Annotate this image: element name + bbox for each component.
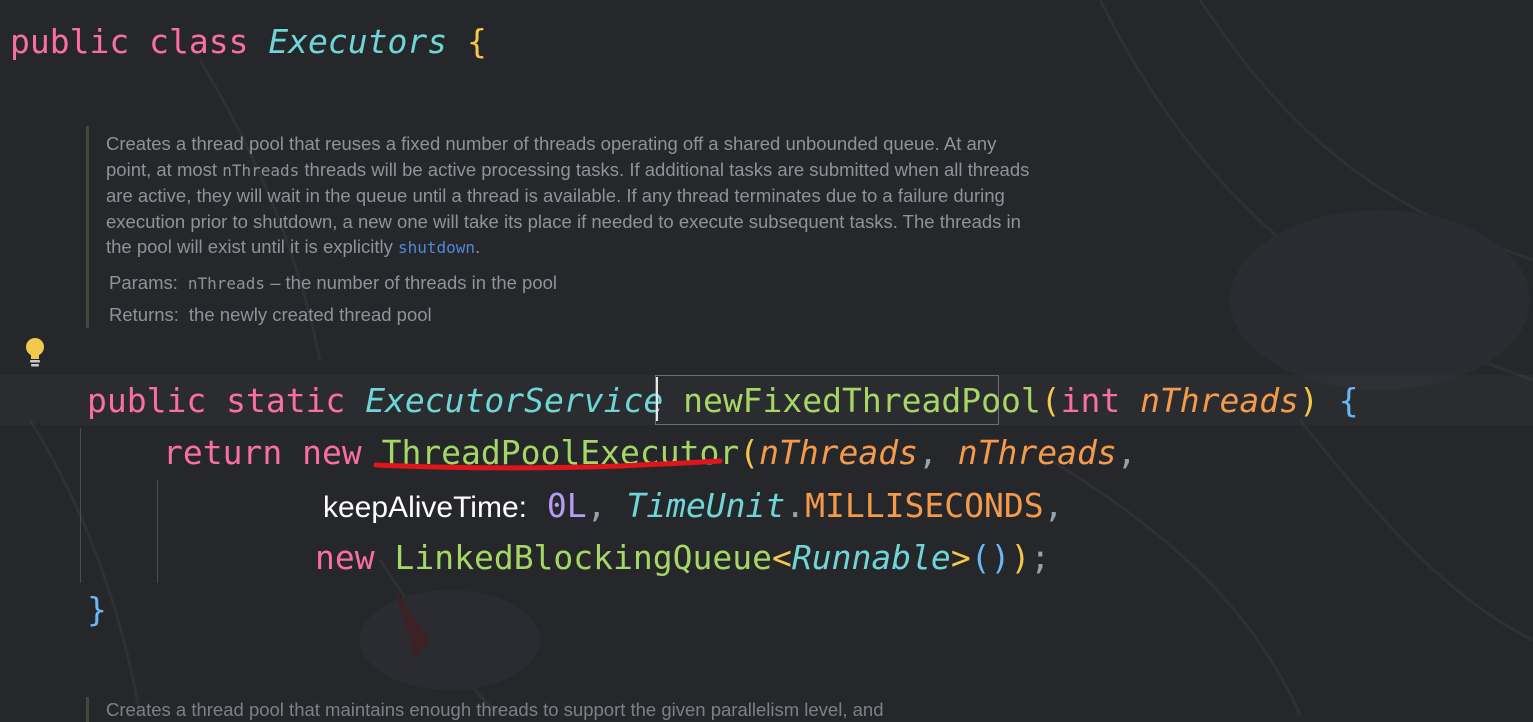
param-name[interactable]: nThreads	[1140, 381, 1299, 420]
params-code: nThreads	[187, 273, 265, 293]
parameter-hint-keepalivetime: keepAliveTime:	[323, 491, 527, 524]
value-0l[interactable]: 0L	[547, 486, 587, 525]
javadoc-description: Creates a thread pool that reuses a fixe…	[106, 133, 1030, 257]
class-declaration-line[interactable]: public class Executors {	[10, 22, 487, 62]
keyword-new: new	[315, 538, 375, 577]
javadoc-code-nthreads: nThreads	[222, 160, 300, 180]
text-caret	[656, 377, 658, 421]
method-declaration-line[interactable]: public static ExecutorService newFixedTh…	[87, 381, 1359, 421]
keepalive-line[interactable]: keepAliveTime: 0L, TimeUnit.MILLISECONDS…	[323, 486, 1063, 528]
keyword-return: return	[163, 433, 283, 472]
javadoc-link-shutdown[interactable]: shutdown	[398, 238, 475, 257]
javadoc-returns-row: Returns: the newly created thread pool	[106, 302, 1046, 328]
class-name[interactable]: Executors	[268, 22, 447, 61]
keyword-class: class	[149, 22, 249, 61]
method-open-brace: {	[1338, 381, 1359, 420]
linkedblockingqueue-class[interactable]: LinkedBlockingQueue	[394, 538, 772, 577]
lightbulb-icon[interactable]	[22, 335, 48, 369]
queue-line[interactable]: new LinkedBlockingQueue<Runnable>());	[315, 538, 1050, 578]
timeunit-class[interactable]: TimeUnit	[626, 486, 785, 525]
method-close-brace: }	[87, 590, 107, 629]
background-artwork	[28, 0, 1533, 715]
method-name[interactable]: newFixedThreadPool	[683, 381, 1041, 420]
open-brace: {	[467, 22, 487, 61]
arg-nthreads-1[interactable]: nThreads	[759, 433, 918, 472]
runnable-generic[interactable]: Runnable	[792, 538, 951, 577]
param-type: int	[1060, 381, 1121, 420]
milliseconds-constant[interactable]: MILLISECONDS	[805, 486, 1043, 525]
params-text: – the number of threads in the pool	[264, 271, 558, 293]
keyword-static: static	[226, 381, 346, 420]
javadoc-block: Creates a thread pool that reuses a fixe…	[86, 126, 1046, 328]
red-underline-annotation	[373, 458, 723, 471]
arg-nthreads-2[interactable]: nThreads	[958, 433, 1117, 472]
keyword-public: public	[10, 22, 130, 61]
params-label: Params:	[109, 271, 178, 293]
next-javadoc-block: Creates a thread pool that maintains eno…	[86, 697, 1046, 722]
indent-guide	[157, 480, 158, 583]
indent-guide	[80, 428, 81, 583]
returns-text: the newly created thread pool	[188, 304, 432, 325]
returns-label: Returns:	[109, 304, 179, 325]
keyword-public: public	[87, 381, 207, 420]
javadoc-params-row: Params: nThreads – the number of threads …	[106, 270, 1046, 297]
keyword-new: new	[302, 433, 362, 472]
return-type[interactable]: ExecutorService	[365, 381, 663, 420]
